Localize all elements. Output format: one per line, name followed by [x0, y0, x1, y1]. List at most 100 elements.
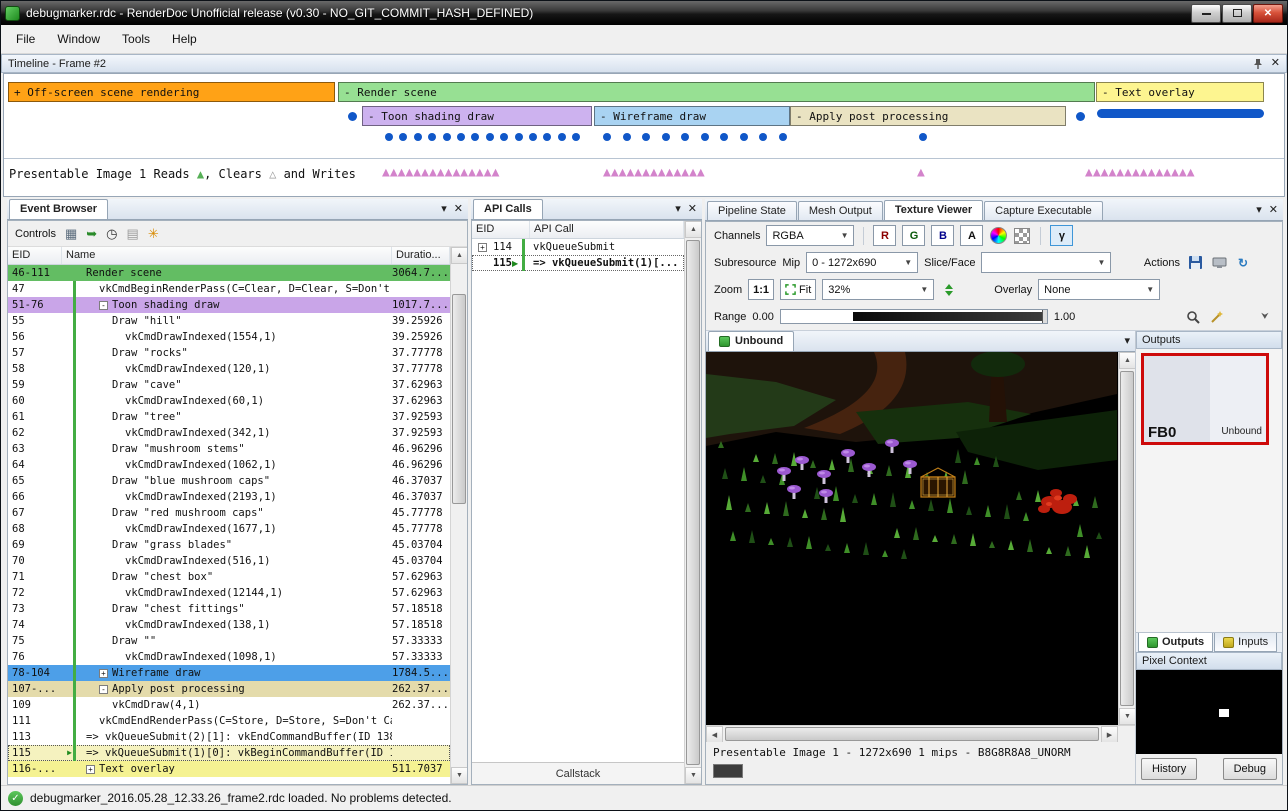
event-row[interactable]: 61Draw "tree"37.92593 — [8, 409, 450, 425]
slice-face-select[interactable]: ▼ — [981, 252, 1111, 273]
api-calls-scrollbar[interactable]: ▲ ▼ — [684, 221, 701, 784]
toolbar-overflow-icon[interactable]: ⮟ — [1256, 308, 1274, 326]
event-row[interactable]: 113=> vkQueueSubmit(2)[1]: vkEndCommandB… — [8, 729, 450, 745]
event-dot[interactable] — [642, 133, 650, 141]
event-dot[interactable] — [399, 133, 407, 141]
refresh-icon[interactable]: ↻ — [1234, 254, 1252, 272]
expand-icon[interactable]: + — [99, 669, 108, 678]
event-dot[interactable] — [471, 133, 479, 141]
menu-tools[interactable]: Tools — [111, 27, 161, 51]
timeline-header[interactable]: Timeline - Frame #2 ✕ — [1, 54, 1287, 73]
event-row[interactable]: 65Draw "blue mushroom caps"46.37037 — [8, 473, 450, 489]
event-row[interactable]: 68vkCmdDrawIndexed(1677,1)45.77778 — [8, 521, 450, 537]
range-handle[interactable] — [1042, 310, 1047, 323]
zoom-1to1-button[interactable]: 1:1 — [748, 279, 774, 300]
tab-outputs[interactable]: Outputs — [1138, 633, 1213, 652]
timeline-subsection-bar[interactable]: - Wireframe draw — [594, 106, 790, 126]
close-icon[interactable]: ✕ — [1271, 58, 1280, 69]
event-row[interactable]: 71Draw "chest box"57.62963 — [8, 569, 450, 585]
api-calls-column-header[interactable]: EID API Call — [472, 221, 684, 239]
timeline-section-bar[interactable]: - Text overlay — [1096, 82, 1264, 102]
expand-icon[interactable]: + — [86, 765, 95, 774]
toolbar-time-icon[interactable]: ◷ — [106, 227, 117, 240]
event-dot[interactable] — [414, 133, 422, 141]
event-row[interactable]: 59Draw "cave"37.62963 — [8, 377, 450, 393]
event-dot[interactable] — [779, 133, 787, 141]
event-browser-column-header[interactable]: EID Name Duratio... — [8, 247, 450, 265]
event-dot[interactable] — [457, 133, 465, 141]
open-external-icon[interactable] — [1210, 254, 1228, 272]
range-slider[interactable] — [780, 309, 1048, 324]
titlebar[interactable]: debugmarker.rdc - RenderDoc Unofficial r… — [1, 1, 1287, 25]
scroll-up-icon[interactable]: ▲ — [1119, 352, 1135, 369]
event-row[interactable]: 111vkCmdEndRenderPass(C=Store, D=Store, … — [8, 713, 450, 729]
timeline-section-bar[interactable]: + Off-screen scene rendering — [8, 82, 335, 102]
panel-menu-icon[interactable]: ▾ — [675, 204, 681, 215]
event-row[interactable]: 72vkCmdDrawIndexed(12144,1)57.62963 — [8, 585, 450, 601]
menu-window[interactable]: Window — [46, 27, 111, 51]
event-row[interactable]: 78-104+Wireframe draw1784.5... — [8, 665, 450, 681]
fb0-thumbnail[interactable]: FB0 Unbound — [1141, 353, 1269, 445]
event-row[interactable]: 64vkCmdDrawIndexed(1062,1)46.96296 — [8, 457, 450, 473]
event-dot[interactable] — [623, 133, 631, 141]
event-row[interactable]: 66vkCmdDrawIndexed(2193,1)46.37037 — [8, 489, 450, 505]
scroll-up-icon[interactable]: ▲ — [451, 247, 467, 264]
color-wheel-icon[interactable] — [989, 227, 1007, 245]
pixel-context-view[interactable] — [1136, 670, 1282, 754]
channel-red-button[interactable]: R — [873, 225, 896, 246]
toolbar-jump-icon[interactable]: ➥ — [86, 227, 97, 240]
panel-menu-icon[interactable]: ▾ — [1256, 205, 1262, 216]
event-row[interactable]: 46-111Render scene3064.7... — [8, 265, 450, 281]
event-dot[interactable] — [759, 133, 767, 141]
event-row[interactable]: 55Draw "hill"39.25926 — [8, 313, 450, 329]
api-call-row[interactable]: 115=> vkQueueSubmit(1)[... — [472, 255, 684, 271]
event-browser-scrollbar[interactable]: ▲ ▼ — [450, 247, 467, 784]
event-row[interactable]: 51-76-Toon shading draw1017.7... — [8, 297, 450, 313]
texture-horizontal-scrollbar[interactable]: ◀ ▶ — [706, 725, 1118, 742]
menu-help[interactable]: Help — [161, 27, 208, 51]
event-row[interactable]: 109vkCmdDraw(4,1)262.37... — [8, 697, 450, 713]
scroll-right-icon[interactable]: ▶ — [1101, 726, 1118, 743]
event-row[interactable]: 76vkCmdDrawIndexed(1098,1)57.33333 — [8, 649, 450, 665]
minimize-button[interactable] — [1191, 4, 1221, 23]
event-dot[interactable] — [529, 133, 537, 141]
collapse-icon[interactable]: - — [99, 301, 108, 310]
zoom-range-icon[interactable] — [1184, 308, 1202, 326]
scroll-left-icon[interactable]: ◀ — [706, 726, 723, 743]
event-row[interactable]: 47vkCmdBeginRenderPass(C=Clear, D=Clear,… — [8, 281, 450, 297]
event-dot[interactable] — [500, 133, 508, 141]
texture-display[interactable] — [706, 352, 1118, 725]
toolbar-bookmark-icon[interactable]: ✳ — [148, 227, 159, 240]
save-texture-icon[interactable] — [1186, 254, 1204, 272]
panel-menu-icon[interactable]: ▾ — [441, 204, 447, 215]
texture-tabs-menu-icon[interactable]: ▾ — [1124, 336, 1130, 347]
menu-file[interactable]: File — [5, 27, 46, 51]
expand-icon[interactable]: + — [478, 243, 487, 252]
channel-green-button[interactable]: G — [902, 225, 925, 246]
tab-unbound-texture[interactable]: Unbound — [708, 331, 794, 351]
gamma-button[interactable]: γ — [1050, 225, 1073, 246]
event-dot[interactable] — [603, 133, 611, 141]
tab-capture-executable[interactable]: Capture Executable — [984, 201, 1103, 220]
panel-close-icon[interactable]: ✕ — [688, 204, 697, 215]
scroll-thumb[interactable] — [1120, 371, 1134, 706]
timeline-subsection-bar[interactable]: - Toon shading draw — [362, 106, 592, 126]
scroll-thumb[interactable] — [725, 727, 1099, 741]
event-row[interactable]: 74vkCmdDrawIndexed(138,1)57.18518 — [8, 617, 450, 633]
event-dot[interactable] — [486, 133, 494, 141]
event-dot[interactable] — [385, 133, 393, 141]
tab-pipeline-state[interactable]: Pipeline State — [707, 201, 797, 220]
event-dot[interactable] — [720, 133, 728, 141]
event-row[interactable]: 116-...+Text overlay511.7037 — [8, 761, 450, 777]
event-row[interactable]: 75Draw ""57.33333 — [8, 633, 450, 649]
toolbar-stats-icon[interactable]: ▤ — [127, 227, 139, 240]
scroll-thumb[interactable] — [452, 294, 466, 504]
event-row[interactable]: 63Draw "mushroom stems"46.96296 — [8, 441, 450, 457]
panel-close-icon[interactable]: ✕ — [454, 204, 463, 215]
tab-event-browser[interactable]: Event Browser — [9, 199, 108, 219]
flip-y-icon[interactable] — [940, 281, 958, 299]
event-row[interactable]: 70vkCmdDrawIndexed(516,1)45.03704 — [8, 553, 450, 569]
event-dot[interactable] — [919, 133, 927, 141]
mip-select[interactable]: 0 - 1272x690▼ — [806, 252, 918, 273]
event-row[interactable]: 107-...-Apply post processing262.37... — [8, 681, 450, 697]
